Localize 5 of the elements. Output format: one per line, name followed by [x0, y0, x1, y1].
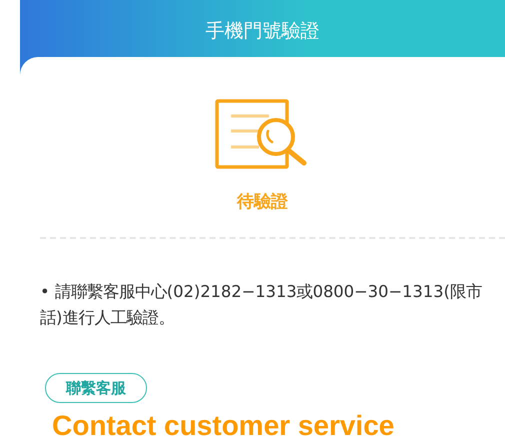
page-title: 手機門號驗證 [206, 19, 320, 43]
note-text: • 請聯繫客服中心(02)2182−1313或0800−30−1313(限市話)進行人工驗證。 [40, 281, 483, 329]
status-label: 待驗證 [237, 191, 288, 213]
caption-text: Contact customer service [52, 409, 396, 443]
contact-button[interactable]: 聯繫客服 [45, 373, 147, 403]
